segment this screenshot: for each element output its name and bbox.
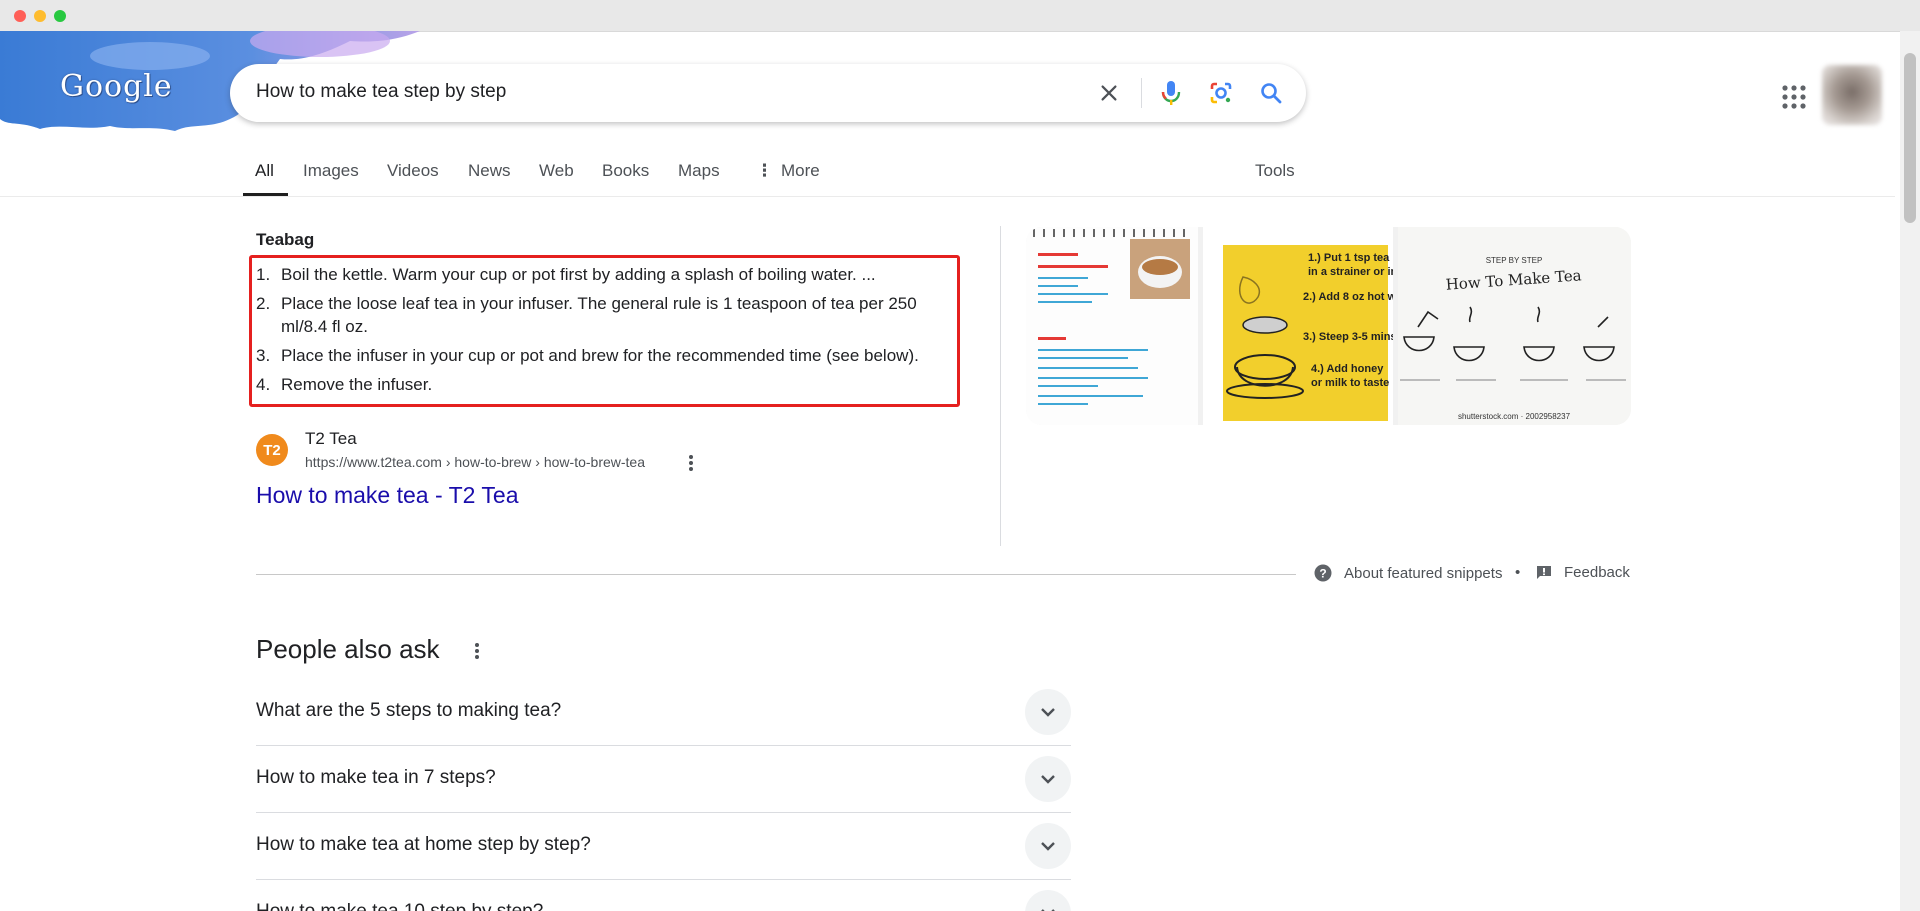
chevron-down-icon[interactable]: [1025, 756, 1071, 802]
step-number: 2.: [256, 294, 271, 313]
step-text: Place the loose leaf tea in your infuser…: [281, 294, 917, 336]
tab-books[interactable]: Books: [602, 152, 649, 196]
tab-videos[interactable]: Videos: [387, 152, 439, 196]
search-icon[interactable]: [1256, 78, 1286, 108]
camera-lens-icon[interactable]: [1206, 78, 1236, 108]
chevron-down-icon[interactable]: [1025, 823, 1071, 869]
source-url[interactable]: https://www.t2tea.com › how-to-brew › ho…: [305, 454, 645, 470]
question-text: What are the 5 steps to making tea?: [256, 700, 562, 721]
about-featured-snippets-link[interactable]: ? About featured snippets: [1314, 564, 1502, 582]
list-item: 2. Place the loose leaf tea in your infu…: [256, 292, 956, 338]
scrollbar-thumb[interactable]: [1904, 53, 1916, 223]
tab-label: All: [255, 161, 274, 180]
feedback-label: Feedback: [1564, 564, 1630, 581]
chevron-down-icon[interactable]: [1025, 689, 1071, 735]
step-number: 1.: [256, 265, 271, 284]
tab-label: News: [468, 161, 511, 180]
tools-label: Tools: [1255, 161, 1295, 180]
image-caption-top: STEP BY STEP: [1486, 256, 1543, 265]
tab-all[interactable]: All: [243, 152, 288, 196]
step-text: Place the infuser in your cup or pot and…: [281, 346, 919, 365]
tab-label: Videos: [387, 161, 439, 180]
logo-text: Google: [60, 69, 173, 104]
snippet-title: Teabag: [256, 230, 315, 249]
infographic-line: or milk to taste: [1311, 377, 1389, 389]
column-divider: [1000, 226, 1001, 546]
tab-label: Maps: [678, 161, 720, 180]
infographic-line: 2.) Add 8 oz hot water: [1303, 291, 1393, 303]
step-number: 4.: [256, 375, 271, 394]
infographic-line: 3.) Steep 3-5 mins: [1303, 331, 1393, 343]
about-label: About featured snippets: [1344, 564, 1503, 582]
svg-text:?: ?: [1319, 567, 1326, 581]
search-box-divider: [1141, 78, 1142, 108]
list-item: 1. Boil the kettle. Warm your cup or pot…: [256, 263, 956, 286]
infographic-line: 1.) Put 1 tsp tea leaves: [1308, 252, 1393, 264]
infographic-line: in a strainer or infuser: [1308, 266, 1393, 278]
how-to-make-tea-image[interactable]: STEP BY STEP How To Make Tea shutterstoc…: [1398, 227, 1631, 425]
search-box[interactable]: How to make tea step by step: [230, 64, 1306, 122]
tea-steps-infographic[interactable]: 1.) Put 1 tsp tea leaves in a strainer o…: [1203, 227, 1426, 425]
tab-label: Images: [303, 161, 359, 180]
snippet-image-gallery: 1.) Put 1 tsp tea leaves in a strainer o…: [1026, 227, 1631, 425]
question-text: How to make tea in 7 steps?: [256, 767, 496, 788]
close-window-button[interactable]: [14, 10, 26, 22]
feedback-icon: [1537, 565, 1551, 579]
image-credit: shutterstock.com · 2002958237: [1458, 412, 1571, 421]
list-item: 3. Place the infuser in your cup or pot …: [256, 344, 956, 367]
minimize-window-button[interactable]: [34, 10, 46, 22]
list-item: 4. Remove the infuser.: [256, 373, 956, 396]
step-text: Boil the kettle. Warm your cup or pot fi…: [281, 265, 876, 284]
source-favicon[interactable]: T2: [256, 434, 288, 466]
list-item[interactable]: How to make tea 10 step by step?: [256, 880, 1071, 911]
more-vert-icon[interactable]: [470, 640, 484, 662]
tab-images[interactable]: Images: [303, 152, 359, 196]
tab-more[interactable]: ⋮ More: [756, 152, 820, 196]
section-divider: [256, 574, 1296, 575]
tab-web[interactable]: Web: [539, 152, 574, 196]
separator-dot: •: [1515, 564, 1521, 581]
snippet-steps-list: 1. Boil the kettle. Warm your cup or pot…: [256, 263, 956, 402]
step-number: 3.: [256, 346, 271, 365]
mic-icon[interactable]: [1156, 78, 1186, 108]
tab-news[interactable]: News: [468, 152, 511, 196]
help-icon: ?: [1314, 564, 1332, 582]
tab-label: Books: [602, 161, 650, 180]
tab-label: Web: [539, 161, 574, 180]
tools-button[interactable]: Tools: [1255, 152, 1295, 196]
list-item[interactable]: How to make tea in 7 steps?: [256, 746, 1071, 813]
question-text: How to make tea 10 step by step?: [256, 901, 543, 911]
maximize-window-button[interactable]: [54, 10, 66, 22]
chevron-down-icon[interactable]: [1025, 890, 1071, 911]
tab-label: More: [781, 161, 820, 180]
recipe-card-image[interactable]: [1026, 227, 1198, 425]
result-title-link[interactable]: How to make tea - T2 Tea: [256, 482, 519, 509]
step-text: Remove the infuser.: [281, 375, 433, 394]
close-icon[interactable]: [1094, 78, 1124, 108]
feedback-link[interactable]: Feedback: [1536, 564, 1630, 581]
infographic-line: 4.) Add honey: [1311, 363, 1384, 375]
list-item[interactable]: How to make tea at home step by step?: [256, 813, 1071, 880]
avatar[interactable]: [1822, 65, 1882, 125]
question-text: How to make tea at home step by step?: [256, 834, 591, 855]
more-vert-icon[interactable]: [684, 452, 698, 474]
browser-title-bar: [0, 0, 1920, 32]
list-item[interactable]: What are the 5 steps to making tea?: [256, 679, 1071, 746]
source-name[interactable]: T2 Tea: [305, 429, 357, 449]
page-scrollbar[interactable]: [1900, 31, 1920, 911]
search-results-page: Google How to make tea step by step All …: [0, 31, 1920, 911]
search-input[interactable]: How to make tea step by step: [256, 81, 506, 103]
apps-grid-icon[interactable]: [1780, 83, 1808, 111]
tab-maps[interactable]: Maps: [678, 152, 720, 196]
people-also-ask-title: People also ask: [256, 634, 440, 664]
search-tabs: All Images Videos News Web Books Maps ⋮ …: [0, 152, 1895, 197]
more-vert-icon: ⋮: [756, 161, 773, 180]
people-also-ask-list: What are the 5 steps to making tea? How …: [256, 679, 1071, 911]
